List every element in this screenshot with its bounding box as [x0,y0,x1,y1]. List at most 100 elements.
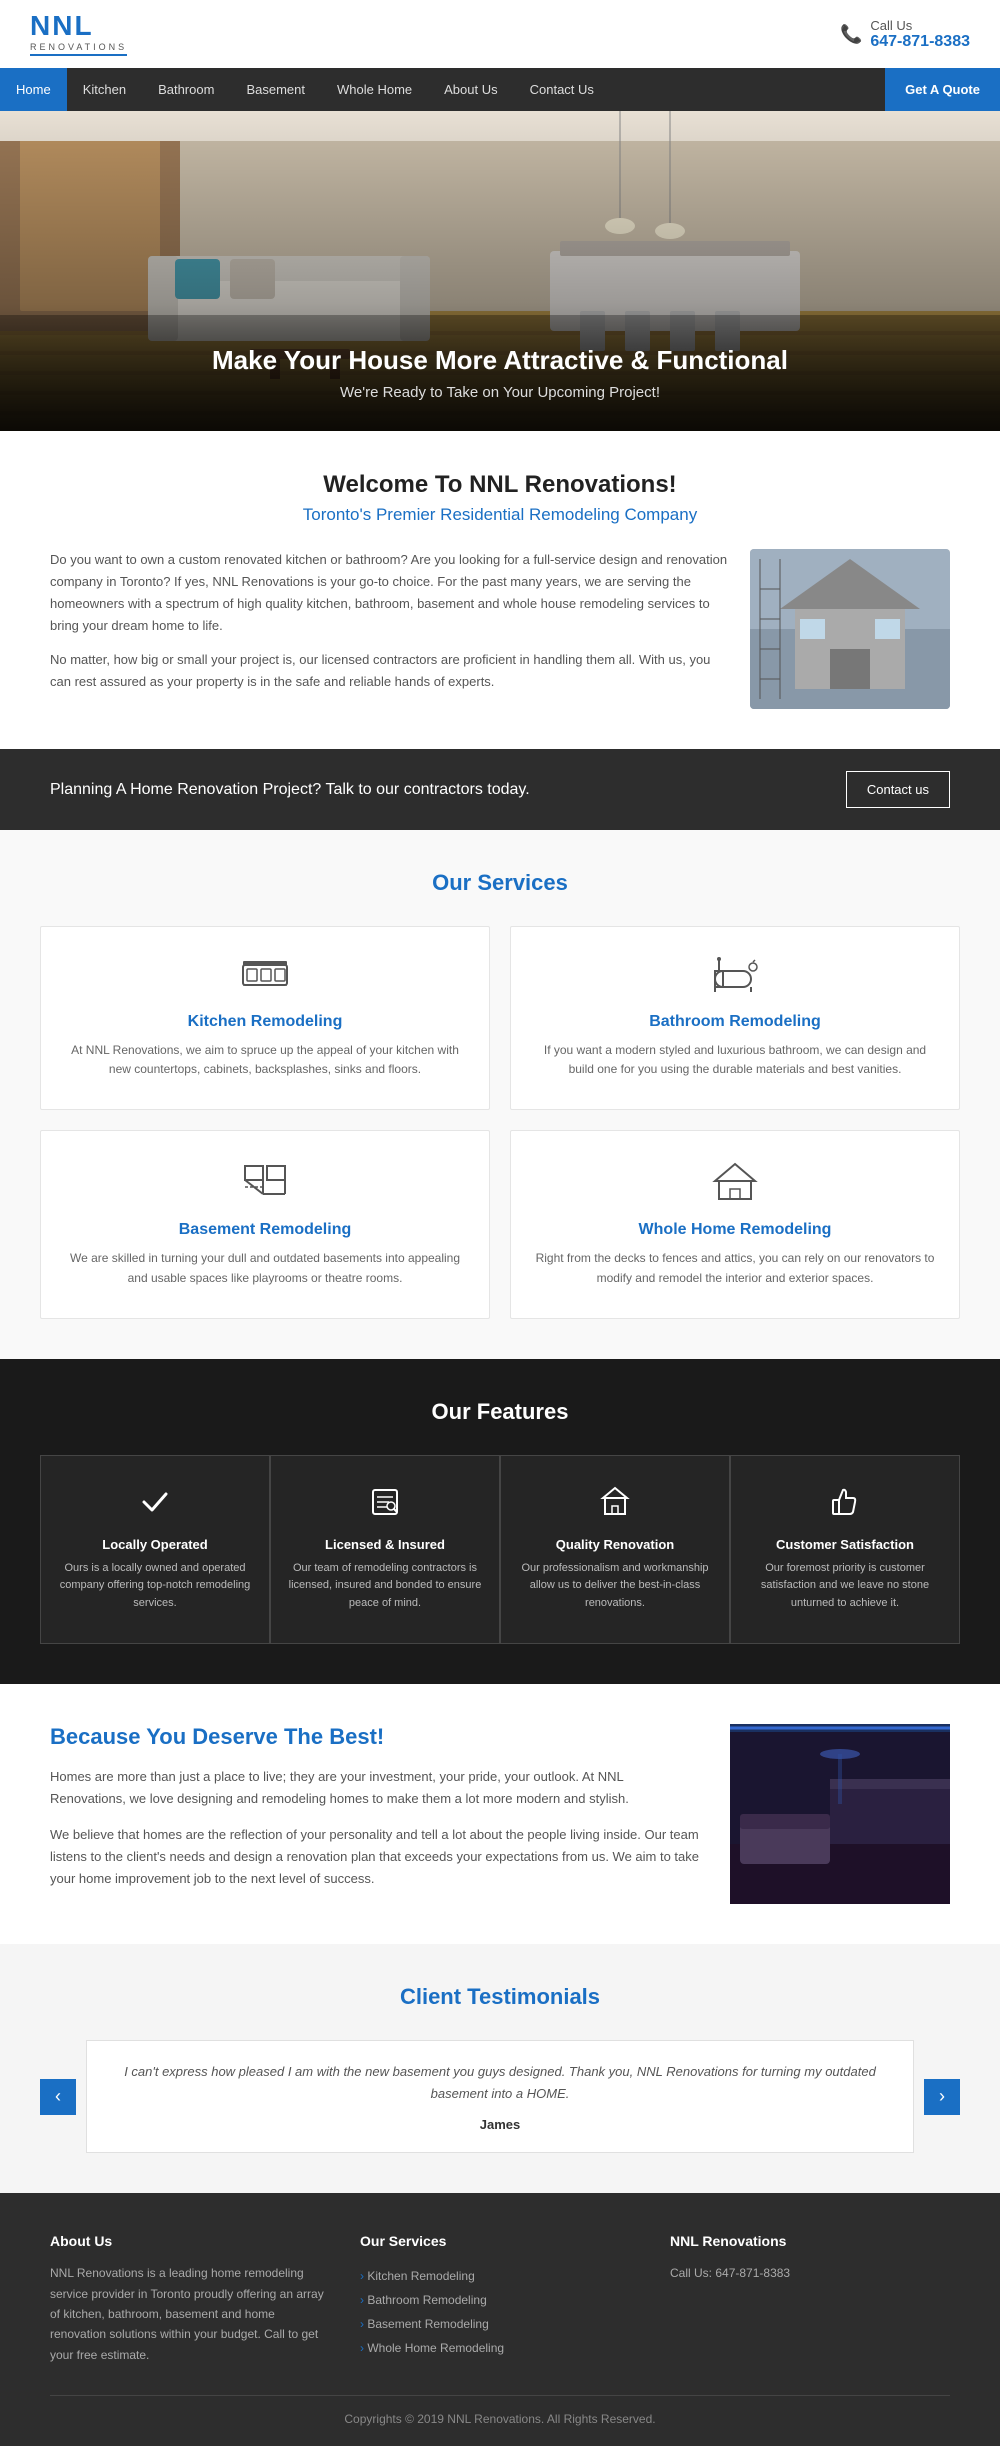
footer-about-text: NNL Renovations is a leading home remode… [50,2263,330,2365]
features-grid: Locally Operated Ours is a locally owned… [40,1455,960,1644]
service-basement: Basement Remodeling We are skilled in tu… [40,1130,490,1318]
testimonials-section: Client Testimonials ‹ I can't express ho… [0,1944,1000,2193]
feature-quality: Quality Renovation Our professionalism a… [500,1455,730,1644]
feature-locally: Locally Operated Ours is a locally owned… [40,1455,270,1644]
nav-bathroom[interactable]: Bathroom [142,68,230,111]
footer-divider [50,2395,950,2396]
footer-link-bathroom: Bathroom Remodeling [360,2287,640,2311]
footer-grid: About Us NNL Renovations is a leading ho… [50,2233,950,2365]
service-kitchen-desc: At NNL Renovations, we aim to spruce up … [61,1041,469,1079]
feature-satisfaction-title: Customer Satisfaction [747,1537,943,1552]
footer-contact-phone: Call Us: 647-871-8383 [670,2263,950,2283]
home-icon [531,1161,939,1209]
get-quote-button[interactable]: Get A Quote [885,68,1000,111]
nav-about[interactable]: About Us [428,68,513,111]
nav-home[interactable]: Home [0,68,67,111]
deserve-p1: Homes are more than just a place to live… [50,1766,700,1810]
service-bathroom-title: Bathroom Remodeling [531,1013,939,1031]
testimonial-prev-button[interactable]: ‹ [40,2079,76,2115]
feature-licensed: Licensed & Insured Our team of remodelin… [270,1455,500,1644]
feature-licensed-desc: Our team of remodeling contractors is li… [287,1560,483,1613]
feature-satisfaction-desc: Our foremost priority is customer satisf… [747,1560,943,1613]
footer-link-whole-home: Whole Home Remodeling [360,2335,640,2359]
kitchen-icon [61,957,469,1001]
footer-basement-link[interactable]: Basement Remodeling [360,2317,489,2331]
welcome-p2: No matter, how big or small your project… [50,649,730,693]
logo-border [30,54,127,56]
hero-title: Make Your House More Attractive & Functi… [30,345,970,376]
quality-home-icon [517,1486,713,1525]
welcome-content: Do you want to own a custom renovated ki… [50,549,950,709]
footer-whole-home-link[interactable]: Whole Home Remodeling [360,2341,504,2355]
deserve-image [730,1724,950,1904]
deserve-img-svg [730,1724,950,1904]
logo-sub: RENOVATIONS [30,42,127,52]
service-bathroom-desc: If you want a modern styled and luxuriou… [531,1041,939,1079]
nav-contact[interactable]: Contact Us [514,68,610,111]
banner-text: Planning A Home Renovation Project? Talk… [50,781,530,799]
testimonial-content: I can't express how pleased I am with th… [86,2040,914,2153]
bathroom-icon [531,957,939,1001]
service-whole-home: Whole Home Remodeling Right from the dec… [510,1130,960,1318]
footer-contact: NNL Renovations Call Us: 647-871-8383 [670,2233,950,2365]
contact-us-button[interactable]: Contact us [846,771,950,808]
feature-locally-title: Locally Operated [57,1537,253,1552]
welcome-subtitle: Toronto's Premier Residential Remodeling… [50,505,950,525]
call-label: Call Us [870,18,970,33]
thumbsup-icon [747,1486,943,1525]
welcome-title: Welcome To NNL Renovations! [50,471,950,499]
footer-contact-title: NNL Renovations [670,2233,950,2249]
welcome-p1: Do you want to own a custom renovated ki… [50,549,730,637]
license-icon [287,1486,483,1525]
welcome-section: Welcome To NNL Renovations! Toronto's Pr… [0,431,1000,749]
footer-bathroom-link[interactable]: Bathroom Remodeling [360,2293,487,2307]
service-whole-home-desc: Right from the decks to fences and attic… [531,1249,939,1287]
service-basement-desc: We are skilled in turning your dull and … [61,1249,469,1287]
testimonial-author: James [117,2117,883,2132]
footer-kitchen-link[interactable]: Kitchen Remodeling [360,2269,475,2283]
service-kitchen-title: Kitchen Remodeling [61,1013,469,1031]
services-section: Our Services Kitchen Remodeling At NNL R… [0,830,1000,1359]
basement-icon [61,1161,469,1209]
footer-services-title: Our Services [360,2233,640,2249]
deserve-title: Because You Deserve The Best! [50,1724,700,1750]
banner: Planning A Home Renovation Project? Talk… [0,749,1000,830]
deserve-p2: We believe that homes are the reflection… [50,1824,700,1890]
feature-licensed-title: Licensed & Insured [287,1537,483,1552]
nav-whole-home[interactable]: Whole Home [321,68,428,111]
footer-link-basement: Basement Remodeling [360,2311,640,2335]
footer-about: About Us NNL Renovations is a leading ho… [50,2233,330,2365]
top-bar: NNL RENOVATIONS 📞 Call Us 647-871-8383 [0,0,1000,68]
testimonial-text: I can't express how pleased I am with th… [117,2061,883,2105]
services-title: Our Services [40,870,960,896]
call-area: 📞 Call Us 647-871-8383 [840,18,970,51]
nav-basement[interactable]: Basement [230,68,321,111]
features-section: Our Features Locally Operated Ours is a … [0,1359,1000,1684]
phone-icon: 📞 [840,24,862,45]
testimonials-title: Client Testimonials [40,1984,960,2010]
testimonial-wrapper: ‹ I can't express how pleased I am with … [40,2040,960,2153]
feature-satisfaction: Customer Satisfaction Our foremost prior… [730,1455,960,1644]
feature-locally-desc: Ours is a locally owned and operated com… [57,1560,253,1613]
hero-overlay: Make Your House More Attractive & Functi… [0,315,1000,431]
testimonial-next-button[interactable]: › [924,2079,960,2115]
hero-subtitle: We're Ready to Take on Your Upcoming Pro… [30,384,970,401]
service-kitchen: Kitchen Remodeling At NNL Renovations, w… [40,926,490,1110]
service-bathroom: Bathroom Remodeling If you want a modern… [510,926,960,1110]
logo: NNL RENOVATIONS [30,12,127,56]
welcome-img-svg [750,549,950,709]
check-icon [57,1486,253,1525]
nav-kitchen[interactable]: Kitchen [67,68,142,111]
footer-link-kitchen: Kitchen Remodeling [360,2263,640,2287]
footer-copyright: Copyrights © 2019 NNL Renovations. All R… [50,2412,950,2426]
welcome-image [750,549,950,709]
features-title: Our Features [40,1399,960,1425]
hero-section: Make Your House More Attractive & Functi… [0,111,1000,431]
navigation: Home Kitchen Bathroom Basement Whole Hom… [0,68,1000,111]
service-whole-home-title: Whole Home Remodeling [531,1221,939,1239]
call-number: 647-871-8383 [870,33,970,51]
hero-image: Make Your House More Attractive & Functi… [0,111,1000,431]
footer: About Us NNL Renovations is a leading ho… [0,2193,1000,2446]
footer-about-title: About Us [50,2233,330,2249]
service-basement-title: Basement Remodeling [61,1221,469,1239]
